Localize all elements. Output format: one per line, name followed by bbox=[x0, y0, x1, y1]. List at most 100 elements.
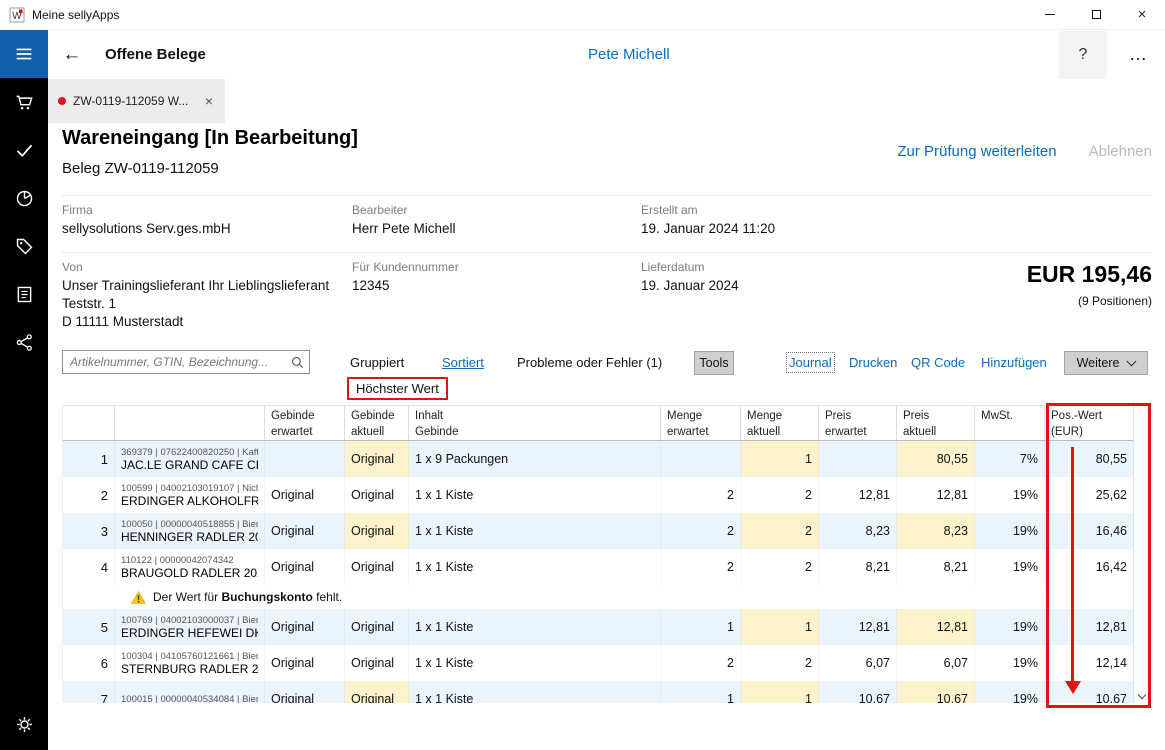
positions-count: (9 Positionen) bbox=[1078, 294, 1152, 308]
col-header-inhalt-gebinde[interactable]: Inhalt Gebinde bbox=[409, 406, 661, 440]
sort-value-badge[interactable]: Höchster Wert bbox=[347, 377, 448, 400]
header-more-button[interactable]: … bbox=[1117, 31, 1159, 79]
sidebar-item-documents[interactable] bbox=[0, 270, 48, 318]
cell-preis-aktuell[interactable]: 80,55 bbox=[897, 441, 975, 477]
group-toggle[interactable]: Gruppiert bbox=[350, 355, 404, 370]
table-row[interactable]: 4110122 | 00000042074342BRAUGOLD RADLER … bbox=[63, 549, 1150, 585]
sidebar-item-articles[interactable] bbox=[0, 222, 48, 270]
sidebar-item-cart[interactable] bbox=[0, 78, 48, 126]
cell-gebinde-aktuell[interactable]: Original bbox=[345, 645, 409, 681]
table-row[interactable]: 1369379 | 07622400820250 | Kaff...JAC.LE… bbox=[63, 441, 1150, 477]
cell-menge-aktuell[interactable]: 1 bbox=[741, 441, 819, 477]
tab-label: ZW-0119-112059 W... bbox=[73, 94, 196, 108]
cell-gebinde-aktuell[interactable]: Original bbox=[345, 609, 409, 645]
table-row[interactable]: 7100015 | 00000040534084 | Bier...Origin… bbox=[63, 681, 1150, 703]
cell-menge-aktuell[interactable]: 2 bbox=[741, 513, 819, 549]
sidebar-item-tasks[interactable] bbox=[0, 126, 48, 174]
col-header-article[interactable] bbox=[115, 406, 265, 440]
cell-preis-erwartet: 10,67 bbox=[819, 681, 897, 703]
cell-gebinde-aktuell[interactable]: Original bbox=[345, 441, 409, 477]
sidebar-item-share[interactable] bbox=[0, 318, 48, 366]
cell-gebinde-aktuell[interactable]: Original bbox=[345, 477, 409, 513]
print-link[interactable]: Drucken bbox=[849, 355, 897, 370]
col-header-preis-erwartet[interactable]: Preis erwartet bbox=[819, 406, 897, 440]
table-row[interactable]: 2 100599 | 04002103019107 | Nich...ERDING… bbox=[63, 477, 1150, 513]
maximize-button[interactable] bbox=[1073, 0, 1119, 29]
table-row[interactable]: 6100304 | 04105760121661 | Bier...STERNB… bbox=[63, 645, 1150, 681]
cell-menge-aktuell[interactable]: 1 bbox=[741, 681, 819, 703]
add-link[interactable]: Hinzufügen bbox=[981, 355, 1047, 370]
problems-filter[interactable]: Probleme oder Fehler (1) bbox=[517, 355, 662, 370]
cell-mwst: 19% bbox=[975, 477, 1045, 513]
col-header-menge-aktuell[interactable]: Menge aktuell bbox=[741, 406, 819, 440]
sidebar-item-settings[interactable] bbox=[0, 700, 48, 748]
cell-gebinde-aktuell[interactable]: Original bbox=[345, 681, 409, 703]
cell-preis-aktuell[interactable]: 8,23 bbox=[897, 513, 975, 549]
cell-pos-wert: 80,55 bbox=[1045, 441, 1134, 477]
close-icon: × bbox=[1138, 7, 1147, 22]
search-input[interactable] bbox=[63, 355, 285, 369]
journal-link[interactable]: Journal bbox=[789, 355, 832, 370]
bearbeiter-value: Herr Pete Michell bbox=[352, 221, 456, 236]
cell-gebinde-erwartet: Original bbox=[265, 549, 345, 585]
tools-button[interactable]: Tools bbox=[694, 351, 734, 375]
cell-inhalt: 1 x 9 Packungen bbox=[409, 441, 661, 477]
unsaved-dot-icon bbox=[58, 97, 66, 105]
cell-menge-aktuell[interactable]: 2 bbox=[741, 549, 819, 585]
col-header-num[interactable] bbox=[63, 406, 115, 440]
cell-mwst: 19% bbox=[975, 549, 1045, 585]
cell-menge-aktuell[interactable]: 2 bbox=[741, 645, 819, 681]
search-icon[interactable] bbox=[285, 355, 309, 370]
table-scrollbar[interactable] bbox=[1133, 405, 1150, 703]
back-button[interactable]: ← bbox=[48, 44, 96, 66]
cell-inhalt: 1 x 1 Kiste bbox=[409, 645, 661, 681]
cell-gebinde-erwartet: Original bbox=[265, 513, 345, 549]
minimize-button[interactable] bbox=[1027, 0, 1073, 29]
sidebar-item-reports[interactable] bbox=[0, 174, 48, 222]
gear-icon bbox=[14, 714, 35, 735]
table-row[interactable]: 3100050 | 00000040518855 | Bier...HENNIN… bbox=[63, 513, 1150, 549]
cell-preis-aktuell[interactable]: 6,07 bbox=[897, 645, 975, 681]
document-tab[interactable]: ZW-0119-112059 W... × bbox=[48, 79, 225, 123]
reject-button[interactable]: Ablehnen bbox=[1089, 143, 1152, 160]
cell-preis-aktuell[interactable]: 8,21 bbox=[897, 549, 975, 585]
cell-preis-aktuell[interactable]: 10,67 bbox=[897, 681, 975, 703]
cell-preis-aktuell[interactable]: 12,81 bbox=[897, 609, 975, 645]
cell-gebinde-aktuell[interactable]: Original bbox=[345, 513, 409, 549]
close-button[interactable]: × bbox=[1119, 0, 1165, 29]
col-header-gebinde-aktuell[interactable]: Gebinde aktuell bbox=[345, 406, 409, 440]
sort-toggle[interactable]: Sortiert bbox=[442, 355, 484, 370]
col-header-menge-erwartet[interactable]: Menge erwartet bbox=[661, 406, 741, 440]
cell-preis-erwartet: 6,07 bbox=[819, 645, 897, 681]
table-row[interactable]: 5100769 | 04002103000037 | Bier...ERDING… bbox=[63, 609, 1150, 645]
tab-close-button[interactable]: × bbox=[203, 93, 215, 109]
col-header-preis-aktuell[interactable]: Preis aktuell bbox=[897, 406, 975, 440]
forward-for-review-button[interactable]: Zur Prüfung weiterleiten bbox=[897, 143, 1056, 160]
warning-text: Der Wert für Buchungskonto fehlt. bbox=[153, 590, 342, 604]
qr-code-link[interactable]: QR Code bbox=[911, 355, 965, 370]
user-name-link[interactable]: Pete Michell bbox=[588, 46, 670, 63]
help-button[interactable]: ? bbox=[1059, 31, 1107, 79]
col-header-gebinde-erwartet[interactable]: Gebinde erwartet bbox=[265, 406, 345, 440]
cell-pos-wert: 12,81 bbox=[1045, 609, 1134, 645]
article-cell: 100599 | 04002103019107 | Nich...ERDINGE… bbox=[115, 477, 265, 513]
cell-gebinde-aktuell[interactable]: Original bbox=[345, 549, 409, 585]
article-cell: 100050 | 00000040518855 | Bier...HENNING… bbox=[115, 513, 265, 549]
document-actions: Zur Prüfung weiterleiten Ablehnen bbox=[897, 143, 1152, 160]
more-dropdown-button[interactable]: Weitere bbox=[1064, 351, 1148, 375]
hamburger-menu-button[interactable] bbox=[0, 30, 48, 78]
col-header-mwst[interactable]: MwSt. bbox=[975, 406, 1045, 440]
col-header-pos-wert[interactable]: Pos.-Wert (EUR) bbox=[1045, 406, 1134, 440]
cell-preis-aktuell[interactable]: 12,81 bbox=[897, 477, 975, 513]
cell-menge-erwartet: 2 bbox=[661, 477, 741, 513]
checkmark-icon bbox=[14, 140, 35, 161]
document-title: Wareneingang [In Bearbeitung] bbox=[62, 127, 358, 150]
cell-mwst: 19% bbox=[975, 681, 1045, 703]
cell-pos-wert: 16,42 bbox=[1045, 549, 1134, 585]
cell-menge-aktuell[interactable]: 1 bbox=[741, 609, 819, 645]
cell-menge-erwartet: 1 bbox=[661, 609, 741, 645]
table-header-row: Gebinde erwartet Gebinde aktuell Inhalt … bbox=[63, 405, 1150, 441]
scroll-down-button[interactable] bbox=[1134, 692, 1150, 698]
cell-menge-aktuell[interactable]: 2 bbox=[741, 477, 819, 513]
cell-menge-erwartet: 2 bbox=[661, 549, 741, 585]
